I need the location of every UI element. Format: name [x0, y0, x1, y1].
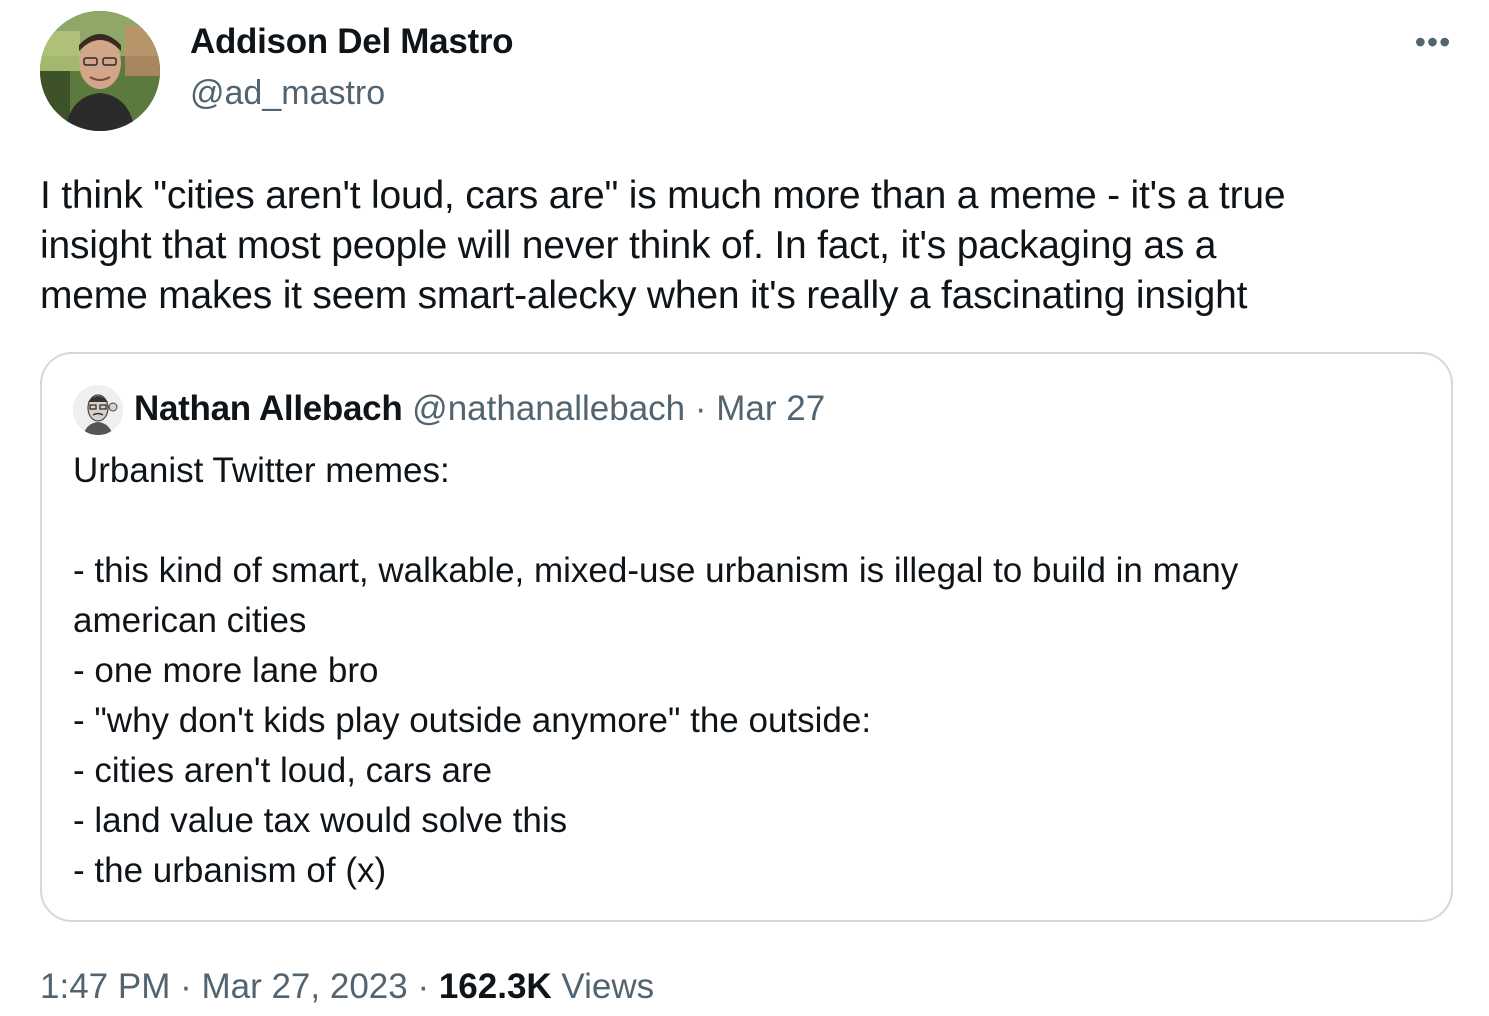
- quoted-tweet[interactable]: Nathan Allebach @nathanallebach · Mar 27…: [40, 352, 1453, 922]
- views-label: Views: [551, 967, 655, 1006]
- quoted-text-line: - "why don't kids play outside anymore" …: [73, 701, 872, 740]
- tweet-text-line: insight that most people will never thin…: [40, 224, 1217, 267]
- quoted-text-line: - the urbanism of (x): [73, 851, 387, 890]
- separator-dot: ·: [407, 967, 439, 1006]
- separator-dot: ·: [685, 389, 717, 428]
- quoted-text-line: - one more lane bro: [73, 651, 379, 690]
- author-avatar[interactable]: [40, 11, 160, 131]
- quoted-author-avatar[interactable]: [73, 385, 123, 435]
- quoted-text-line: [73, 496, 1433, 546]
- tweet-text-line: I think "cities aren't loud, cars are" i…: [40, 174, 1286, 217]
- tweet-text-line: meme makes it seem smart-alecky when it'…: [40, 274, 1248, 317]
- ellipsis-icon: •••: [1414, 23, 1452, 60]
- more-options-button[interactable]: •••: [1408, 22, 1458, 62]
- tweet-date[interactable]: Mar 27, 2023: [201, 967, 407, 1006]
- quoted-text-line: - land value tax would solve this: [73, 801, 568, 840]
- quoted-text-line: american cities: [73, 601, 307, 640]
- tweet-metadata: 1:47 PM · Mar 27, 2023 · 162.3K Views: [40, 967, 654, 1007]
- quoted-header: Nathan Allebach @nathanallebach · Mar 27: [134, 389, 825, 429]
- tweet-time[interactable]: 1:47 PM: [40, 967, 170, 1006]
- profile-photo-icon: [40, 11, 160, 131]
- tweet-text: I think "cities aren't loud, cars are" i…: [40, 171, 1460, 321]
- tweet-card: Addison Del Mastro @ad_mastro ••• I thin…: [0, 0, 1489, 1016]
- quoted-text-line: Urbanist Twitter memes:: [73, 451, 450, 490]
- quoted-date[interactable]: Mar 27: [716, 389, 825, 428]
- quoted-text: Urbanist Twitter memes: - this kind of s…: [73, 446, 1433, 896]
- quoted-author-handle[interactable]: @nathanallebach: [412, 389, 685, 428]
- author-name[interactable]: Addison Del Mastro: [190, 22, 514, 62]
- views-count[interactable]: 162.3K: [439, 967, 552, 1006]
- profile-photo-icon: [73, 385, 123, 435]
- separator-dot: ·: [170, 967, 202, 1006]
- quoted-text-line: - this kind of smart, walkable, mixed-us…: [73, 551, 1239, 590]
- quoted-author-name[interactable]: Nathan Allebach: [134, 389, 403, 428]
- quoted-text-line: - cities aren't loud, cars are: [73, 751, 493, 790]
- author-handle[interactable]: @ad_mastro: [190, 74, 385, 113]
